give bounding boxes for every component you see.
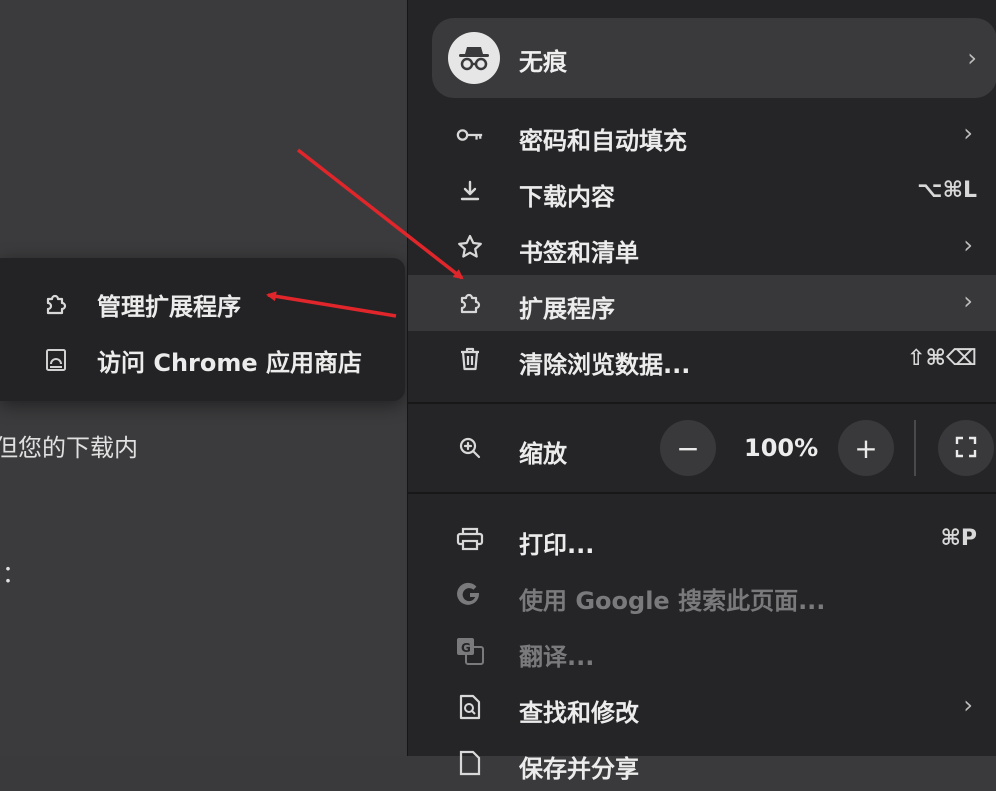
puzzle-icon (456, 289, 484, 317)
key-icon (456, 121, 484, 149)
zoom-in-button[interactable]: + (838, 420, 894, 476)
menu-item-label: 密码和自动填充 (519, 127, 687, 155)
incognito-profile-row[interactable]: 无痕 › (432, 18, 996, 98)
menu-item-label: 查找和修改 (519, 699, 639, 727)
star-icon (456, 233, 484, 261)
zoom-in-icon (456, 434, 484, 462)
print-icon (456, 525, 484, 553)
menu-item-label: 下载内容 (519, 183, 615, 211)
chrome-web-store-label: 访问 Chrome 应用商店 (97, 348, 363, 377)
fullscreen-icon (955, 432, 977, 465)
menu-item-label: 书签和清单 (519, 239, 639, 267)
chevron-right-icon: › (963, 287, 973, 315)
menu-divider (408, 492, 996, 494)
manage-extensions-label: 管理扩展程序 (97, 292, 241, 321)
zoom-separator (914, 420, 916, 476)
chrome-main-menu: 无痕 › 密码和自动填充 › 下载内容 ⌥⌘L 书签和清单 › 扩展程序 › 清… (407, 0, 996, 783)
zoom-label: 缩放 (519, 440, 567, 468)
menu-item-label: 使用 Google 搜索此页面... (519, 587, 826, 615)
svg-text:G: G (461, 641, 471, 655)
menu-item-bookmarks[interactable]: 书签和清单 › (408, 219, 996, 275)
menu-item-clear-browsing-data[interactable]: 清除浏览数据... ⇧⌘⌫ (408, 331, 996, 387)
shortcut-text: ⇧⌘⌫ (907, 346, 977, 371)
chrome-web-store-item[interactable]: 访问 Chrome 应用商店 (0, 332, 405, 388)
menu-item-label: 翻译... (519, 643, 595, 671)
shortcut-text: ⌥⌘L (917, 178, 977, 203)
incognito-icon (448, 32, 500, 84)
puzzle-icon (42, 290, 70, 318)
menu-item-extensions[interactable]: 扩展程序 › (408, 275, 996, 331)
fullscreen-button[interactable] (938, 420, 994, 476)
extensions-submenu: 管理扩展程序 访问 Chrome 应用商店 (0, 258, 405, 401)
translate-icon: G (456, 637, 484, 665)
manage-extensions-item[interactable]: 管理扩展程序 (0, 276, 405, 332)
chevron-right-icon: › (967, 44, 977, 72)
find-icon (456, 693, 484, 721)
menu-item-label: 清除浏览数据... (519, 351, 691, 379)
menu-item-search-google[interactable]: 使用 Google 搜索此页面... (408, 567, 996, 623)
menu-divider (408, 402, 996, 404)
incognito-label: 无痕 (519, 48, 567, 76)
chevron-right-icon: › (963, 691, 973, 719)
menu-item-label: 扩展程序 (519, 295, 615, 323)
menu-item-label: 保存并分享 (519, 755, 639, 783)
chevron-right-icon: › (963, 119, 973, 147)
web-store-icon (42, 346, 70, 374)
menu-item-save-share[interactable]: 保存并分享 (408, 735, 996, 791)
save-icon (456, 749, 484, 777)
background-text-colon: ： (2, 560, 26, 588)
download-icon (456, 177, 484, 205)
menu-item-print[interactable]: 打印... ⌘P (408, 511, 996, 567)
chevron-right-icon: › (963, 231, 973, 259)
shortcut-text: ⌘P (940, 526, 977, 551)
menu-item-translate[interactable]: G 翻译... (408, 623, 996, 679)
menu-item-find-edit[interactable]: 查找和修改 › (408, 679, 996, 735)
google-icon (456, 581, 484, 609)
trash-icon (456, 345, 484, 373)
menu-item-label: 打印... (519, 531, 595, 559)
background-text: 但您的下载内 (0, 434, 138, 462)
zoom-level: 100% (744, 434, 819, 462)
zoom-out-button[interactable]: − (660, 420, 716, 476)
menu-item-downloads[interactable]: 下载内容 ⌥⌘L (408, 163, 996, 219)
menu-item-passwords[interactable]: 密码和自动填充 › (408, 107, 996, 163)
